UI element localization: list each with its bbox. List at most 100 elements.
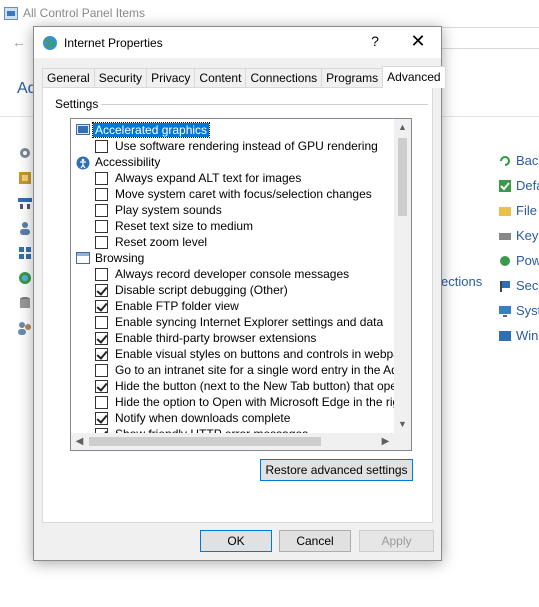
flag-icon [500, 280, 510, 292]
setting-option[interactable]: Play system sounds [71, 202, 394, 218]
tab-security[interactable]: Security [93, 68, 147, 88]
setting-option[interactable]: Move system caret with focus/selection c… [71, 186, 394, 202]
settings-group-label: Browsing [95, 251, 145, 265]
cancel-button[interactable]: Cancel [279, 530, 351, 552]
dialog-title: Internet Properties [64, 36, 163, 50]
setting-option[interactable]: Enable third-party browser extensions [71, 330, 394, 346]
control-panel-title-bar: All Control Panel Items [4, 4, 145, 22]
gear-icon[interactable] [17, 145, 33, 161]
setting-option[interactable]: Disable script debugging (Other) [71, 282, 394, 298]
network-icon[interactable] [17, 195, 33, 211]
control-panel-icon [4, 6, 18, 20]
checkbox[interactable] [95, 188, 108, 201]
apply-button[interactable]: Apply [359, 530, 434, 552]
setting-option-label: Disable script debugging (Other) [115, 283, 288, 297]
setting-option-label: Go to an intranet site for a single word… [115, 363, 394, 377]
dialog-title-bar[interactable]: Internet Properties ? ✕ [34, 27, 441, 58]
right-item[interactable]: Back [498, 148, 539, 173]
scroll-left-arrow-icon[interactable]: ◀ [71, 433, 88, 450]
horizontal-scrollbar[interactable]: ◀ ▶ [71, 433, 394, 450]
setting-option[interactable]: Reset zoom level [71, 234, 394, 250]
settings-group-label: Settings [55, 97, 99, 111]
setting-option-label: Hide the button (next to the New Tab but… [115, 379, 394, 393]
checkbox[interactable] [95, 364, 108, 377]
restore-advanced-settings-button[interactable]: Restore advanced settings [260, 459, 413, 481]
setting-option[interactable]: Enable syncing Internet Explorer setting… [71, 314, 394, 330]
setting-option[interactable]: Notify when downloads complete [71, 410, 394, 426]
globe-icon[interactable] [17, 270, 33, 286]
checkbox-checked[interactable] [95, 380, 108, 393]
help-button[interactable]: ? [367, 33, 383, 49]
checkbox-checked[interactable] [95, 284, 108, 297]
checkbox[interactable] [95, 204, 108, 217]
right-item[interactable]: File [498, 198, 539, 223]
setting-option-label: Enable syncing Internet Explorer setting… [115, 315, 384, 329]
checkbox-checked[interactable] [95, 332, 108, 345]
setting-option[interactable]: Hide the option to Open with Microsoft E… [71, 394, 394, 410]
scroll-down-arrow-icon[interactable]: ▼ [394, 416, 411, 433]
setting-option-label: Always record developer console messages [115, 267, 350, 281]
sections-link[interactable]: ections [441, 274, 482, 289]
settings-group-accelerated-graphics[interactable]: Accelerated graphics [71, 122, 394, 138]
tab-programs[interactable]: Programs [321, 68, 383, 88]
settings-group-label: Accessibility [95, 155, 161, 169]
checkbox[interactable] [95, 172, 108, 185]
user-icon[interactable] [17, 220, 33, 236]
right-item[interactable]: Syst [498, 298, 539, 323]
setting-option[interactable]: Go to an intranet site for a single word… [71, 362, 394, 378]
tab-advanced[interactable]: Advanced [382, 66, 446, 88]
checkbox[interactable] [95, 220, 108, 233]
right-item[interactable]: Secu [498, 273, 539, 298]
vertical-scrollbar[interactable]: ▲ ▼ [394, 119, 411, 433]
checkbox[interactable] [95, 268, 108, 281]
right-item[interactable]: Win [498, 323, 539, 348]
setting-option[interactable]: Show friendly HTTP error messages [71, 426, 394, 433]
setting-option[interactable]: Enable FTP folder view [71, 298, 394, 314]
database-icon[interactable] [17, 295, 33, 311]
setting-option-label: Always expand ALT text for images [115, 171, 302, 185]
settings-group-browsing[interactable]: Browsing [71, 250, 394, 266]
right-item[interactable]: Keyb [498, 223, 539, 248]
setting-option[interactable]: Always expand ALT text for images [71, 170, 394, 186]
setting-option[interactable]: Reset text size to medium [71, 218, 394, 234]
control-panel-title: All Control Panel Items [23, 6, 146, 20]
settings-group-accessibility[interactable]: Accessibility [71, 154, 394, 170]
address-bar[interactable] [436, 27, 539, 49]
setting-option[interactable]: Use software rendering instead of GPU re… [71, 138, 394, 154]
back-arrow-icon[interactable]: ← [12, 34, 26, 50]
devices-icon[interactable] [17, 245, 33, 261]
tab-content[interactable]: Content [194, 68, 246, 88]
users-icon[interactable] [17, 320, 33, 336]
checkbox[interactable] [95, 316, 108, 329]
setting-option-label: Reset zoom level [115, 235, 208, 249]
right-item[interactable]: Defa [498, 173, 539, 198]
checkbox[interactable] [95, 396, 108, 409]
setting-option[interactable]: Always record developer console messages [71, 266, 394, 282]
setting-option-label: Enable visual styles on buttons and cont… [115, 347, 394, 361]
internet-properties-dialog: Internet Properties ? ✕ General Security P… [33, 26, 446, 561]
internet-globe-icon [43, 36, 57, 50]
checkbox-checked[interactable] [95, 300, 108, 313]
ok-button[interactable]: OK [200, 530, 272, 552]
checkbox[interactable] [95, 140, 108, 153]
tab-connections[interactable]: Connections [245, 68, 322, 88]
setting-option[interactable]: Hide the button (next to the New Tab but… [71, 378, 394, 394]
right-item[interactable]: Pow [498, 248, 539, 273]
close-button[interactable]: ✕ [408, 31, 428, 52]
settings-list[interactable]: Accelerated graphics Use software renderi… [70, 118, 412, 451]
checkbox-checked[interactable] [95, 412, 108, 425]
scroll-up-arrow-icon[interactable]: ▲ [394, 119, 411, 136]
horizontal-scroll-thumb[interactable] [89, 437, 321, 446]
book-icon[interactable] [17, 170, 33, 186]
monitor-icon [76, 124, 90, 137]
setting-option[interactable]: Enable visual styles on buttons and cont… [71, 346, 394, 362]
tab-general[interactable]: General [42, 68, 94, 88]
checkbox[interactable] [95, 236, 108, 249]
vertical-scroll-thumb[interactable] [398, 138, 407, 216]
scroll-right-arrow-icon[interactable]: ▶ [377, 433, 394, 450]
setting-option-label: Use software rendering instead of GPU re… [115, 139, 378, 153]
system-icon [499, 305, 511, 317]
checkbox-checked[interactable] [95, 348, 108, 361]
tab-privacy[interactable]: Privacy [146, 68, 195, 88]
keyboard-icon [499, 232, 511, 240]
